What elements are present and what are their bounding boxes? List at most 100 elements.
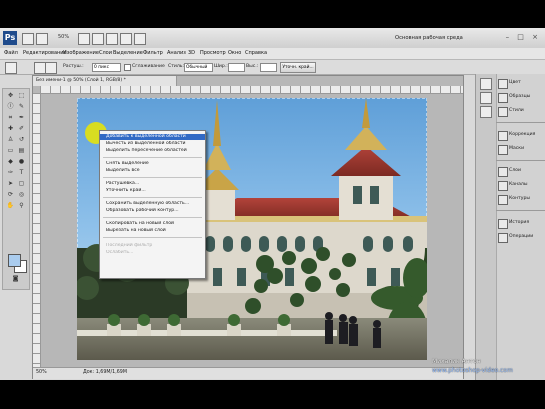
menu-analysis[interactable]: Анализ (167, 50, 186, 56)
panel-label: Каналы (509, 182, 528, 187)
menu-view[interactable]: Просмотр (200, 50, 226, 56)
marquee-preset-icon[interactable] (5, 62, 17, 74)
panel-masks[interactable]: Маски (498, 144, 544, 155)
watermark-site: www.photoshop-video.com (432, 367, 513, 374)
panel-paths[interactable]: Контуры (498, 194, 544, 205)
vertical-ruler[interactable] (33, 93, 41, 367)
antialias-label: Сглаживание (132, 64, 165, 69)
menu-item-feather[interactable]: Растушёвка... (100, 181, 205, 187)
move-tool-icon[interactable]: ✥ (6, 92, 15, 100)
panel-label: Коррекция (509, 132, 536, 137)
screen-mode-icon[interactable] (134, 33, 146, 45)
add-selection-icon[interactable] (45, 62, 57, 74)
menu-item-layer-via-copy[interactable]: Скопировать на новый слой (100, 221, 205, 227)
menu-item-add-to-selection[interactable]: Добавить к выделенной области (100, 134, 205, 140)
hand-tool-icon[interactable] (78, 33, 90, 45)
history-brush-tool-icon[interactable]: ↺ (17, 136, 26, 144)
healing-tool-icon[interactable]: ✚ (6, 125, 15, 133)
window-controls[interactable]: – □ × (506, 33, 541, 41)
pen-tool-icon[interactable]: ✑ (6, 169, 15, 177)
horizontal-ruler[interactable] (40, 86, 463, 94)
menu-edit[interactable]: Редактирование (23, 50, 67, 56)
actions-panel-icon (498, 233, 508, 243)
quick-mask-icon[interactable]: ◙ (11, 275, 20, 283)
height-label: Выс.: (246, 64, 259, 69)
panel-history[interactable]: История (498, 218, 544, 229)
masks-panel-icon (498, 145, 508, 155)
menu-item-intersect-selection[interactable]: Выделить пересечение областей (100, 148, 205, 154)
brush-tool-icon[interactable]: ✐ (17, 125, 26, 133)
panel-channels[interactable]: Каналы (498, 180, 544, 191)
menu-separator (103, 237, 202, 238)
antialias-checkbox[interactable] (124, 64, 131, 71)
panel-group-divider (496, 122, 545, 123)
panel-styles[interactable]: Стили (498, 106, 544, 117)
arrange-documents-icon[interactable] (120, 33, 132, 45)
menu-file[interactable]: Файл (4, 50, 18, 56)
menu-layers[interactable]: Слои (99, 50, 112, 56)
panel-strip-icon[interactable] (480, 92, 492, 104)
eyedropper-tool-icon[interactable]: ✒ (17, 114, 26, 122)
zoom-tool-icon[interactable]: ⚲ (17, 202, 26, 210)
panel-swatches[interactable]: Образцы (498, 92, 544, 103)
panel-label: Маски (509, 146, 525, 151)
rotate-view-icon[interactable] (106, 33, 118, 45)
menu-window[interactable]: Окно (228, 50, 241, 56)
feather-label: Растуш.: (63, 64, 84, 69)
style-select[interactable]: Обычный (184, 63, 213, 72)
clone-stamp-tool-icon[interactable]: ♙ (6, 136, 15, 144)
3d-orbit-tool-icon[interactable]: ◎ (17, 191, 26, 199)
workspace-switcher[interactable]: Основная рабочая среда (395, 33, 503, 43)
gradient-tool-icon[interactable]: ▤ (17, 147, 26, 155)
crop-tool-icon[interactable]: ⌗ (6, 114, 15, 122)
menu-separator (103, 197, 202, 198)
menu-item-make-work-path[interactable]: Образовать рабочий контур... (100, 208, 205, 214)
menu-item-last-filter: Последний фильтр (106, 243, 153, 248)
menu-3d[interactable]: 3D (188, 50, 195, 56)
lasso-tool-icon[interactable]: ⓛ (6, 103, 15, 111)
status-zoom[interactable]: 50% (36, 370, 47, 375)
menu-item-deselect[interactable]: Снять выделение (100, 161, 205, 167)
eraser-tool-icon[interactable]: ▭ (6, 147, 15, 155)
quick-select-tool-icon[interactable]: ✎ (17, 103, 26, 111)
menu-help[interactable]: Справка (245, 50, 267, 56)
shape-tool-icon[interactable]: ▢ (17, 180, 26, 188)
panel-layers[interactable]: Слои (498, 166, 544, 177)
mini-bridge-icon[interactable] (36, 33, 48, 45)
height-input[interactable] (260, 63, 277, 72)
panel-label: Контуры (509, 196, 531, 201)
panel-strip-icon[interactable] (480, 78, 492, 90)
marquee-tool-icon[interactable]: ⬚ (17, 92, 26, 100)
path-selection-tool-icon[interactable]: ➤ (6, 180, 15, 188)
options-bar: Растуш.: 0 пикс Сглаживание Стиль: Обычн… (0, 60, 545, 75)
panel-adjustments[interactable]: Коррекция (498, 130, 544, 141)
document-tab[interactable]: Без имени-1 @ 50% (Слой 1, RGB/8) * (33, 76, 177, 86)
refine-edge-button[interactable]: Уточн. край... (280, 62, 316, 73)
menu-item-refine-edge[interactable]: Уточнить край... (100, 188, 205, 194)
hand-tool-icon[interactable]: ✋ (6, 202, 15, 210)
width-input[interactable] (228, 63, 245, 72)
foreground-color-swatch[interactable] (8, 254, 21, 267)
blur-tool-icon[interactable]: ◆ (6, 158, 15, 166)
menu-filter[interactable]: Фильтр (143, 50, 163, 56)
3d-rotate-tool-icon[interactable]: ⟳ (6, 191, 15, 199)
menu-select[interactable]: Выделение (113, 50, 143, 56)
menu-image[interactable]: Изображение (63, 50, 99, 56)
menu-item-subtract-from-selection[interactable]: Вычесть из выделенной области (100, 141, 205, 147)
menu-separator (103, 177, 202, 178)
panel-color[interactable]: Цвет (498, 78, 544, 89)
menu-item-select-all[interactable]: Выделить всё (100, 168, 205, 174)
menu-item-layer-via-cut[interactable]: Вырезать на новый слой (100, 228, 205, 234)
status-doc-size[interactable]: Док: 1,69M/1,69M (83, 370, 127, 375)
menu-item-save-selection[interactable]: Сохранить выделенную область... (100, 201, 205, 207)
channels-panel-icon (498, 181, 508, 191)
dodge-tool-icon[interactable]: ● (17, 158, 26, 166)
bridge-icon[interactable] (22, 33, 34, 45)
zoom-level[interactable]: 50% (58, 34, 69, 40)
type-tool-icon[interactable]: T (17, 169, 26, 177)
collapsed-panel-strip (476, 74, 497, 380)
panel-strip-icon[interactable] (480, 106, 492, 118)
panel-actions[interactable]: Операции (498, 232, 544, 243)
feather-input[interactable]: 0 пикс (92, 63, 121, 72)
zoom-tool-icon[interactable] (92, 33, 104, 45)
